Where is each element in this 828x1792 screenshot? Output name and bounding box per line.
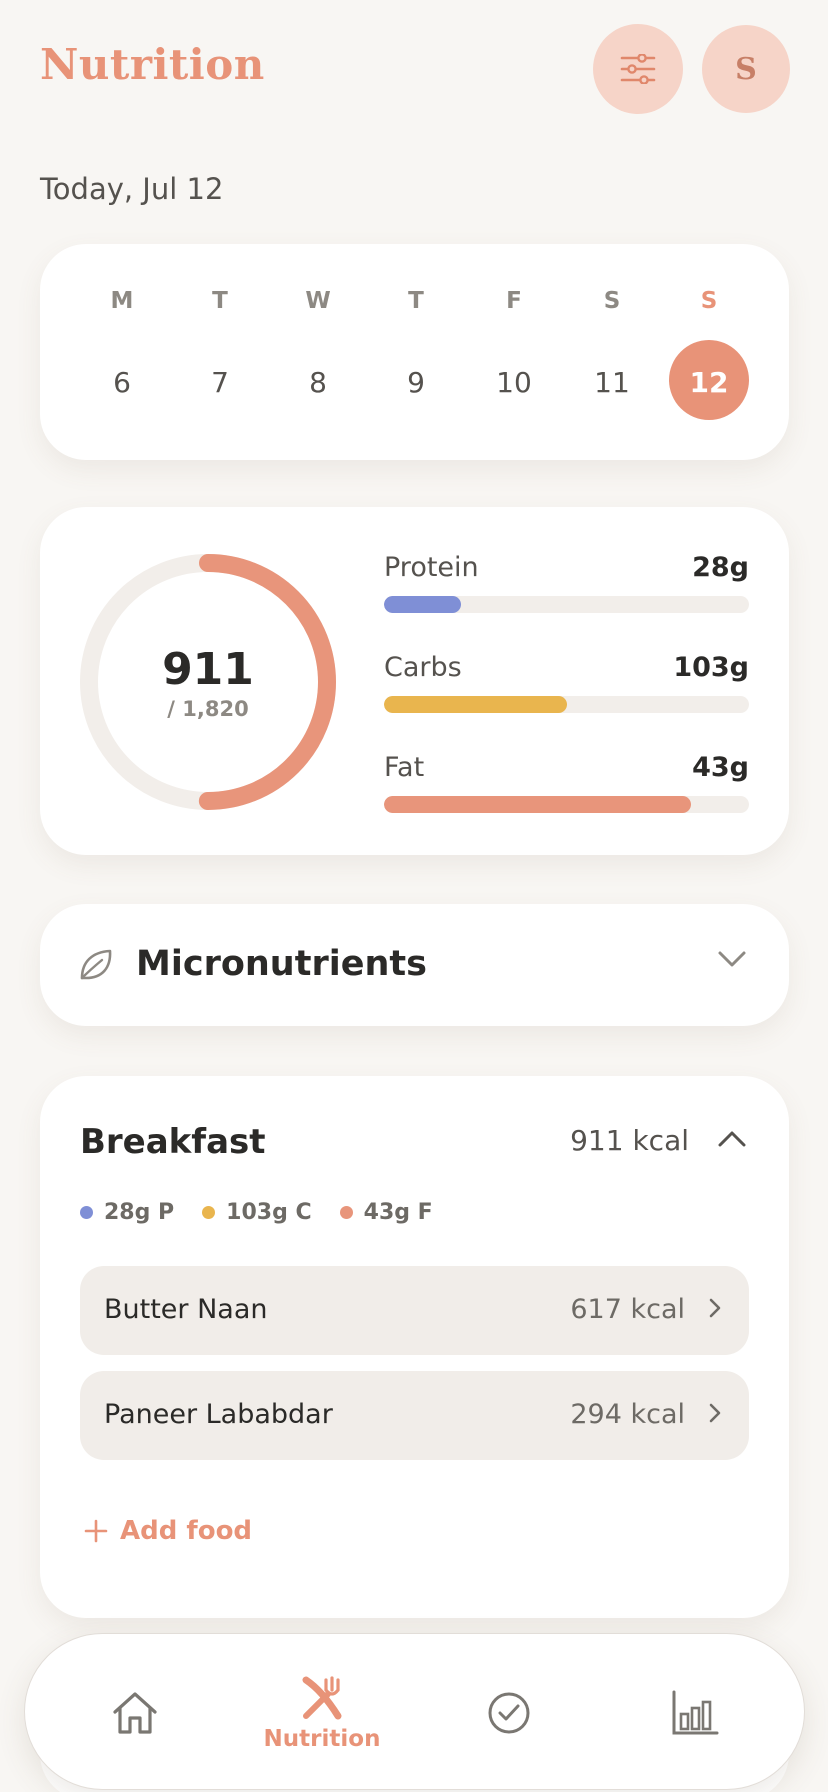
macro-track [384,696,749,713]
filter-button[interactable] [593,24,683,114]
macro-fill [384,796,691,813]
check-circle-icon [488,1692,530,1733]
food-name: Paneer Lababdar [104,1399,333,1430]
day-letter: M [110,288,134,314]
day-number: 12 [689,366,729,399]
leaf-icon [80,949,112,980]
week-calendar: M 6 T 7 W 8 T 9 F 10 S 11 S 12 [40,244,789,460]
chip-carbs: 103g C [202,1200,312,1225]
day-letter: S [700,288,718,314]
chip-dot [202,1206,216,1219]
page-title: Nutrition [40,40,265,89]
chip-dot [339,1206,353,1219]
meal-macro-chips: 28g P 103g C 43g F [80,1200,433,1225]
macro-track [384,596,749,613]
food-kcal: 294 kcal [570,1399,685,1430]
meal-title: Breakfast [80,1122,266,1162]
macro-fat: Fat 43g [384,752,749,832]
food-name: Butter Naan [104,1294,268,1325]
meal-card-breakfast: Breakfast 911 kcal 28g P 103g C 43g F Bu… [40,1076,789,1618]
calories-goal: / 1,820 [167,696,249,721]
chevron-up-icon[interactable] [717,1130,747,1148]
day-number: 7 [211,366,229,399]
sliders-icon [620,54,656,84]
avatar-initial: S [735,51,757,87]
calorie-ring-center: 911 / 1,820 [78,552,338,812]
chip-protein: 28g P [80,1200,174,1225]
chip-label: 103g C [226,1200,312,1225]
day-letter: T [408,288,424,314]
date-label: Today, Jul 12 [40,172,224,206]
plus-icon [84,1519,108,1543]
meal-kcal: 911 kcal [570,1124,689,1157]
food-item[interactable]: Paneer Lababdar 294 kcal [80,1371,749,1460]
macro-value: 28g [692,552,749,583]
day-number: 6 [113,366,131,399]
avatar[interactable]: S [702,25,790,113]
bottom-nav: Nutrition [24,1633,805,1790]
food-item[interactable]: Butter Naan 617 kcal [80,1266,749,1355]
nav-home[interactable] [65,1634,205,1791]
day-number: 8 [309,366,327,399]
macro-fill [384,596,461,613]
nav-label: Nutrition [263,1725,381,1752]
food-kcal: 617 kcal [570,1294,685,1325]
nutrition-screen: Nutrition S Today, Jul 12 M 6 T 7 W 8 T … [0,0,828,1792]
chevron-down-icon [718,951,746,967]
nav-tasks[interactable] [439,1634,579,1791]
calories-consumed: 911 [162,643,254,695]
day-letter: S [603,288,621,314]
day-letter: F [506,288,522,314]
day-number: 11 [594,366,630,399]
micronutrients-title: Micronutrients [136,944,427,984]
macro-name: Protein [384,552,479,583]
chip-dot [80,1206,93,1219]
day-number: 9 [407,366,425,399]
macro-name: Carbs [384,652,462,683]
macro-protein: Protein 28g [384,552,749,632]
macro-fill [384,696,567,713]
day-letter: W [305,288,331,314]
macro-name: Fat [384,752,425,783]
add-food-button[interactable]: Add food [84,1516,252,1546]
chip-label: 28g P [104,1200,175,1225]
day-letter: T [212,288,228,314]
chip-fat: 43g F [339,1200,433,1225]
macro-track [384,796,749,813]
macro-value: 103g [673,652,749,683]
chevron-right-icon [709,1298,721,1318]
macro-value: 43g [692,752,749,783]
nav-stats[interactable] [625,1634,765,1791]
fork-knife-icon [302,1675,342,1719]
macros-summary-card: 911 / 1,820 Protein 28g Carbs 103g Fat 4… [40,507,789,855]
nav-nutrition[interactable]: Nutrition [252,1634,392,1791]
home-icon [113,1691,157,1734]
chip-label: 43g F [363,1200,433,1225]
add-food-label: Add food [120,1516,253,1546]
bar-chart-icon [672,1690,719,1734]
chevron-right-icon [709,1403,721,1423]
macro-carbs: Carbs 103g [384,652,749,732]
day-number: 10 [496,366,532,399]
micronutrients-toggle[interactable]: Micronutrients [40,904,789,1026]
